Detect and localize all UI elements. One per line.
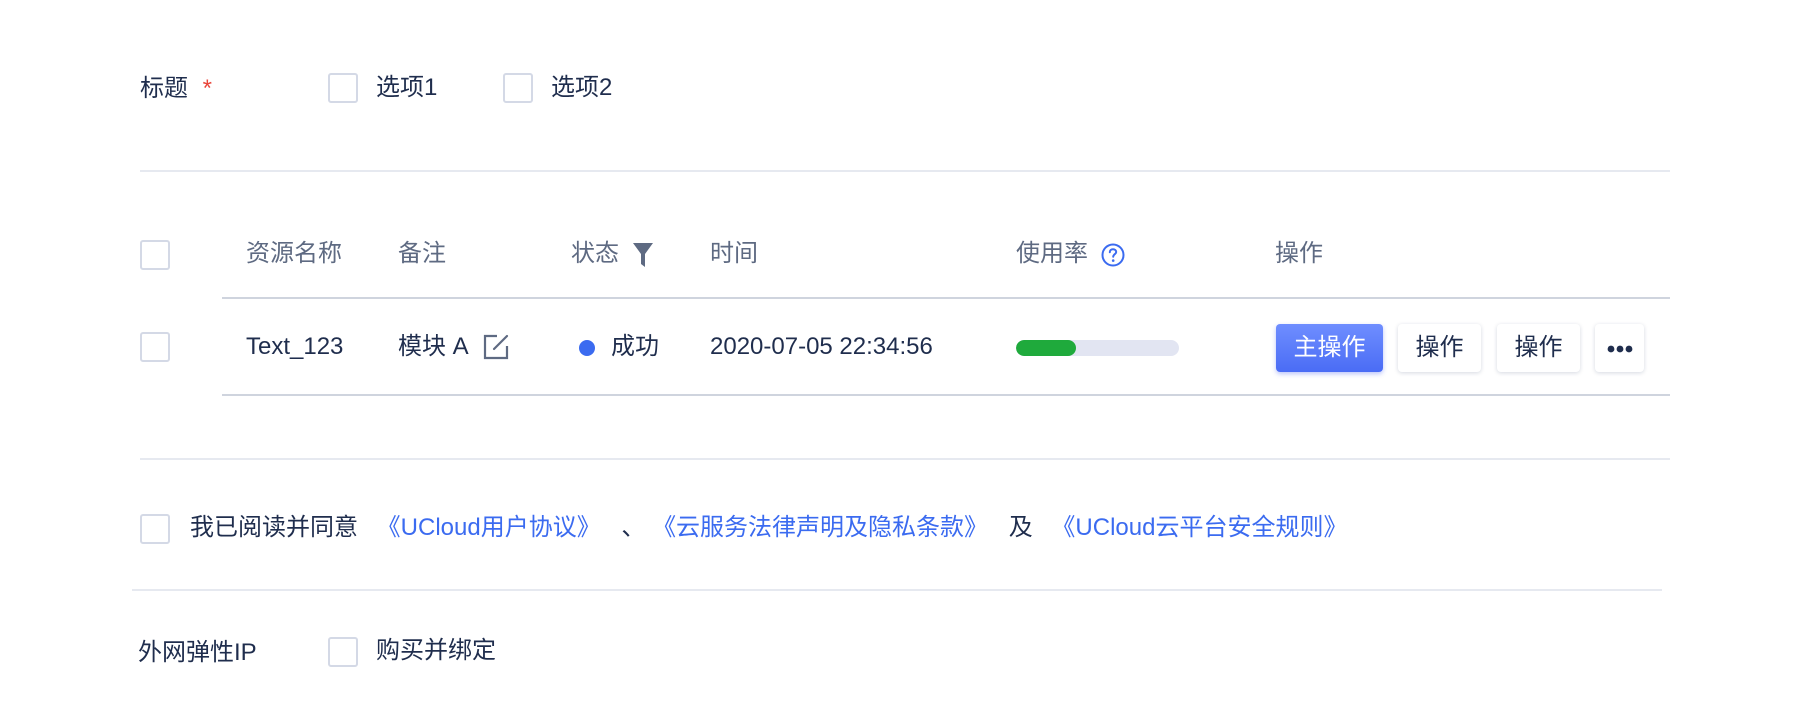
divider: [140, 170, 1670, 172]
usage-bar: [1016, 340, 1179, 356]
more-actions-button[interactable]: [1595, 324, 1644, 372]
option2-checkbox[interactable]: [503, 73, 533, 103]
cell-time: 2020-07-05 22:34:56: [710, 333, 933, 360]
option1-label[interactable]: 选项1: [376, 73, 437, 103]
cell-status: 成功: [611, 333, 659, 360]
primary-action-button[interactable]: 主操作: [1276, 324, 1383, 372]
required-mark: *: [202, 75, 213, 102]
col-header-remark: 备注: [398, 240, 446, 267]
legal-privacy-link[interactable]: 《云服务法律声明及隐私条款》: [652, 514, 988, 541]
col-header-name: 资源名称: [246, 240, 342, 267]
agreement-text: 我已阅读并同意 《UCloud用户协议》 、 《云服务法律声明及隐私条款》 及 …: [190, 513, 1347, 543]
more-icon: [1607, 345, 1632, 353]
edit-icon[interactable]: [482, 333, 510, 361]
cell-name: Text_123: [246, 333, 344, 360]
eip-checkbox[interactable]: [328, 637, 358, 667]
eip-option-label[interactable]: 购买并绑定: [376, 636, 496, 666]
usage-bar-fill: [1016, 340, 1077, 356]
option1-checkbox[interactable]: [328, 73, 358, 103]
col-header-time: 时间: [710, 240, 758, 267]
row-checkbox[interactable]: [140, 332, 170, 362]
agreement-checkbox[interactable]: [140, 514, 170, 544]
action-button-3[interactable]: 操作: [1497, 324, 1580, 372]
select-all-checkbox[interactable]: [140, 240, 170, 270]
divider: [132, 589, 1662, 591]
col-header-status: 状态: [571, 240, 619, 267]
col-header-actions: 操作: [1275, 240, 1323, 267]
action-button-2[interactable]: 操作: [1398, 324, 1481, 372]
security-rules-link[interactable]: 《UCloud云平台安全规则》: [1051, 514, 1347, 541]
eip-label: 外网弹性IP: [138, 639, 257, 666]
divider: [140, 458, 1670, 460]
title-label-text: 标题: [140, 75, 188, 102]
user-agreement-link[interactable]: 《UCloud用户协议》: [377, 514, 601, 541]
status-dot: [579, 340, 595, 356]
agreement-conjunction: 及: [1008, 514, 1033, 541]
agreement-separator: 、: [621, 514, 646, 541]
col-header-usage: 使用率: [1016, 240, 1088, 267]
filter-icon[interactable]: [632, 242, 654, 268]
agreement-prefix: 我已阅读并同意: [190, 514, 358, 541]
table-header-divider: [222, 297, 1670, 299]
help-icon[interactable]: [1101, 243, 1125, 267]
title-label: 标题 *: [140, 74, 212, 104]
table-row-divider: [222, 394, 1670, 396]
cell-remark: 模块 A: [398, 333, 469, 360]
option2-label[interactable]: 选项2: [551, 73, 612, 103]
